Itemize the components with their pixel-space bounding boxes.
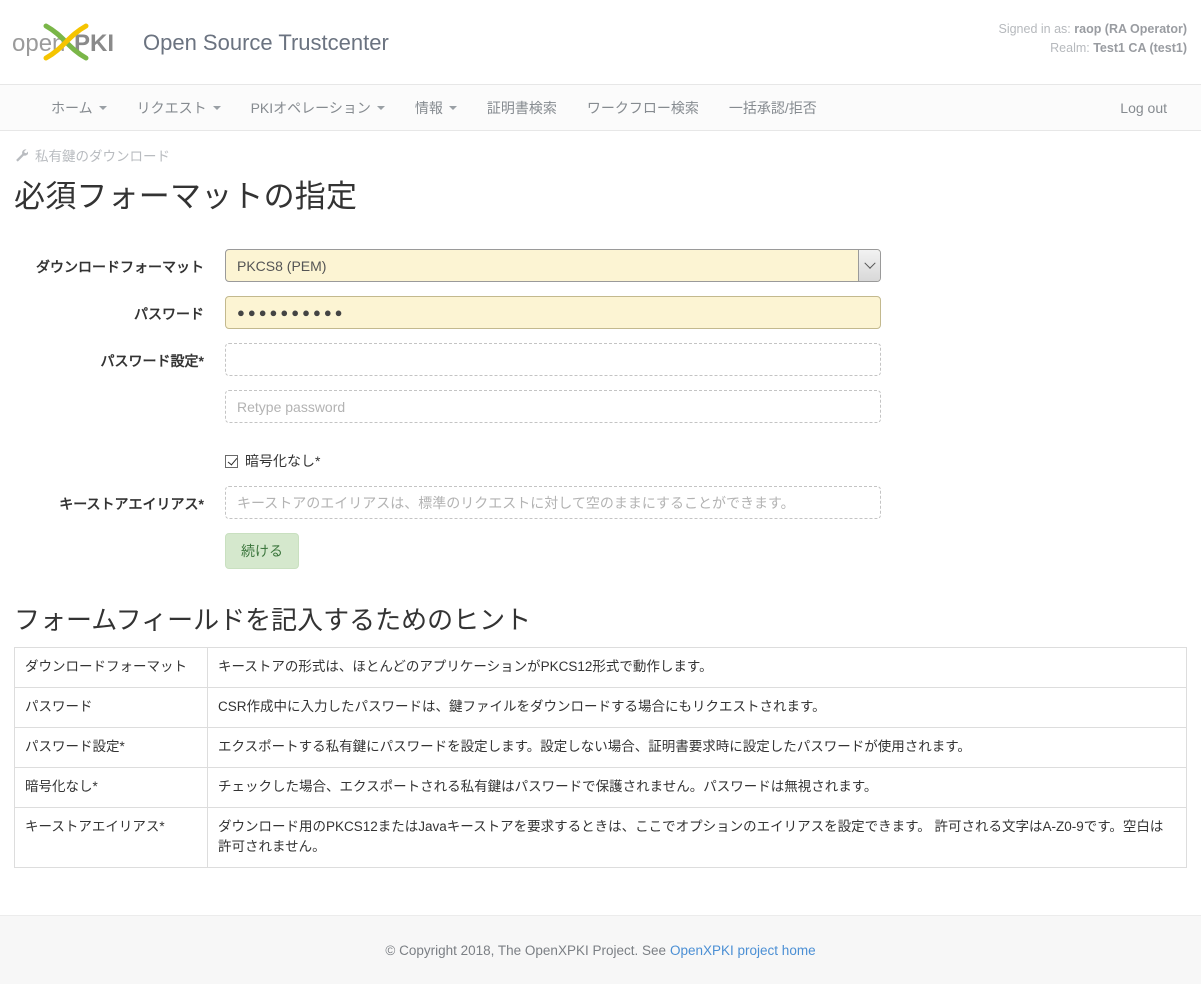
nav-item-certificate-search[interactable]: 証明書検索 — [472, 85, 572, 130]
breadcrumb: 私有鍵のダウンロード — [14, 145, 1187, 165]
download-format-control: PKCS8 (PEM) — [225, 249, 881, 282]
hint-value: エクスポートする私有鍵にパスワードを設定します。設定しない場合、証明書要求時に設… — [207, 727, 1187, 768]
table-row: 暗号化なし* チェックした場合、エクスポートされる私有鍵はパスワードで保護されま… — [14, 767, 1187, 808]
nav-item-label: 情報 — [414, 99, 443, 116]
password-set-control — [225, 343, 881, 376]
openxpki-logo[interactable]: open PKI — [12, 18, 128, 66]
password-label: パスワード — [134, 306, 204, 322]
no-encryption-checkbox[interactable]: 暗号化なし* — [225, 451, 320, 471]
nav-item-label: ワークフロー検索 — [586, 99, 699, 116]
nav-item-information[interactable]: 情報 — [400, 85, 472, 130]
hint-key: パスワード — [14, 687, 208, 728]
hints-title: フォームフィールドを記入するためのヒント — [14, 605, 532, 635]
page-header: open PKI Open Source Trustcenter Signed … — [0, 0, 1201, 84]
nav-item-request[interactable]: リクエスト — [122, 85, 236, 130]
nav-item-bulk-approve-reject[interactable]: 一括承認/拒否 — [714, 85, 832, 130]
form-row-no-encryption: 暗号化なし* — [14, 451, 1187, 471]
main-navbar: ホーム リクエスト PKIオペレーション 情報 証明書検索 ワークフロー検索 一… — [0, 84, 1201, 131]
password-control: ●●●●●●●●●● — [225, 296, 881, 329]
form-row-password-set: パスワード設定* — [14, 343, 1187, 376]
nav-item-home[interactable]: ホーム — [36, 85, 122, 130]
logout-button[interactable]: Log out — [1108, 85, 1179, 130]
form-row-password: パスワード ●●●●●●●●●● — [14, 296, 1187, 329]
breadcrumb-label: 私有鍵のダウンロード — [35, 149, 170, 164]
download-format-selected-value[interactable]: PKCS8 (PEM) — [225, 249, 881, 282]
session-info: Signed in as: raop (RA Operator) Realm: … — [998, 20, 1187, 58]
nav-item-label: PKIオペレーション — [250, 99, 371, 116]
download-format-label: ダウンロードフォーマット — [36, 259, 204, 275]
form-row-submit: 続ける — [14, 533, 1187, 569]
signed-in-user: raop (RA Operator) — [1074, 22, 1187, 36]
keystore-alias-label: キーストアエイリアス* — [59, 496, 204, 512]
password-retype-input[interactable] — [225, 390, 881, 423]
hint-key: パスワード設定* — [14, 727, 208, 768]
password-retype-control — [225, 390, 881, 423]
hint-value: CSR作成中に入力したパスワードは、鍵ファイルをダウンロードする場合にもリクエス… — [207, 687, 1187, 728]
form-row-download-format: ダウンロードフォーマット PKCS8 (PEM) — [14, 249, 1187, 282]
chevron-down-icon — [212, 105, 221, 110]
hint-key: ダウンロードフォーマット — [14, 647, 208, 688]
nav-item-label: 一括承認/拒否 — [728, 99, 817, 116]
nav-right: Log out — [1108, 85, 1179, 130]
nav-item-label: 証明書検索 — [486, 99, 557, 116]
wrench-icon — [14, 148, 29, 162]
chevron-down-icon — [448, 105, 457, 110]
no-encryption-label: 暗号化なし* — [245, 453, 321, 469]
password-input[interactable]: ●●●●●●●●●● — [225, 296, 881, 329]
password-retype-label-empty — [14, 390, 204, 398]
hint-key: キーストアエイリアス* — [14, 807, 208, 868]
nav-item-pki-operation[interactable]: PKIオペレーション — [236, 85, 400, 130]
app-title: Open Source Trustcenter — [143, 30, 389, 55]
chevron-down-icon — [98, 105, 107, 110]
main-content: 私有鍵のダウンロード 必須フォーマットの指定 ダウンロードフォーマット PKCS… — [0, 145, 1201, 868]
password-set-label: パスワード設定* — [100, 353, 204, 369]
checkbox-checked-icon[interactable] — [225, 454, 238, 468]
realm-line: Realm: Test1 CA (test1) — [998, 39, 1187, 58]
nav-items: ホーム リクエスト PKIオペレーション 情報 証明書検索 ワークフロー検索 一… — [36, 85, 832, 130]
page-footer: © Copyright 2018, The OpenXPKI Project. … — [0, 915, 1201, 984]
hint-value: ダウンロード用のPKCS12またはJavaキーストアを要求するときは、ここでオプ… — [207, 807, 1187, 868]
download-format-select[interactable]: PKCS8 (PEM) — [225, 249, 881, 282]
submit-spacer — [14, 533, 204, 569]
chevron-down-icon — [376, 105, 385, 110]
password-masked-value: ●●●●●●●●●● — [237, 305, 346, 320]
signed-in-label: Signed in as: — [998, 22, 1071, 36]
copyright-text: © Copyright 2018, The OpenXPKI Project. … — [385, 942, 666, 958]
keystore-alias-input[interactable] — [225, 486, 881, 519]
table-row: パスワード CSR作成中に入力したパスワードは、鍵ファイルをダウンロードする場合… — [14, 687, 1187, 728]
hints-table: ダウンロードフォーマット キーストアの形式は、ほとんどのアプリケーションがPKC… — [14, 647, 1187, 868]
nav-item-workflow-search[interactable]: ワークフロー検索 — [572, 85, 714, 130]
keystore-alias-control — [225, 486, 881, 519]
hint-key: 暗号化なし* — [14, 767, 208, 808]
nav-item-label: リクエスト — [136, 99, 207, 116]
password-set-input[interactable] — [225, 343, 881, 376]
key-download-form: ダウンロードフォーマット PKCS8 (PEM) パスワード ●●●●●●●●●… — [14, 249, 1187, 569]
nav-item-label: ホーム — [51, 99, 93, 116]
continue-button[interactable]: 続ける — [225, 533, 299, 569]
table-row: ダウンロードフォーマット キーストアの形式は、ほとんどのアプリケーションがPKC… — [14, 647, 1187, 688]
realm-label: Realm: — [1050, 41, 1090, 55]
openxpki-home-link[interactable]: OpenXPKI project home — [670, 943, 816, 958]
table-row: パスワード設定* エクスポートする私有鍵にパスワードを設定します。設定しない場合… — [14, 727, 1187, 768]
signed-in-line: Signed in as: raop (RA Operator) — [998, 20, 1187, 39]
chevron-down-icon[interactable] — [858, 250, 880, 281]
realm-value: Test1 CA (test1) — [1093, 41, 1187, 55]
form-row-password-retype — [14, 390, 1187, 423]
hint-value: チェックした場合、エクスポートされる私有鍵はパスワードで保護されません。パスワー… — [207, 767, 1187, 808]
page-title: 必須フォーマットの指定 — [14, 179, 358, 214]
form-row-keystore-alias: キーストアエイリアス* — [14, 486, 1187, 519]
hint-value: キーストアの形式は、ほとんどのアプリケーションがPKCS12形式で動作します。 — [218, 659, 713, 674]
table-row: キーストアエイリアス* ダウンロード用のPKCS12またはJavaキーストアを要… — [14, 807, 1187, 868]
